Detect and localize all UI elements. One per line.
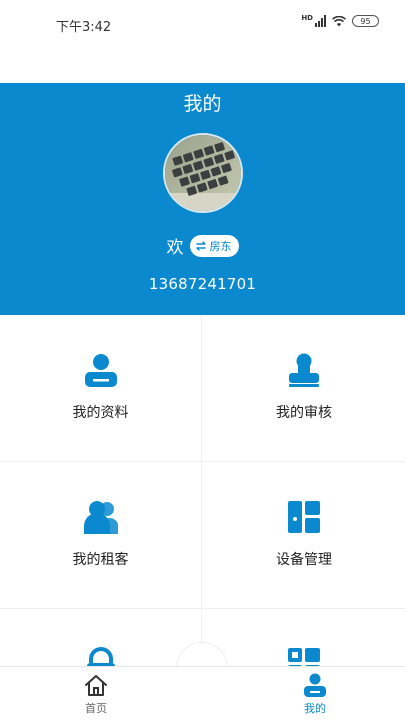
home-icon xyxy=(56,673,136,697)
user-icon xyxy=(275,673,355,697)
device-management-icon xyxy=(203,500,405,534)
switch-icon xyxy=(195,240,206,251)
menu-item-my-tenants[interactable]: 我的租客 xyxy=(0,462,202,609)
menu-item-my-profile[interactable]: 我的资料 xyxy=(0,315,202,462)
menu-item-label: 我的资料 xyxy=(72,405,129,421)
battery-icon: 95 xyxy=(352,15,379,27)
role-badge-label: 房东 xyxy=(209,239,232,253)
tab-bar: 首页 我的 xyxy=(0,666,405,720)
status-icons: HD 95 xyxy=(301,15,379,27)
role-badge: 房东 xyxy=(189,234,239,257)
network-type: HD xyxy=(301,14,313,22)
menu-item-label: 我的审核 xyxy=(276,405,332,421)
welcome-text: 欢 xyxy=(166,238,184,258)
page-title: 我的 xyxy=(183,93,222,115)
welcome-row: 欢 房东 xyxy=(0,233,405,258)
profile-header: 我的 欢 房东 13687241701 xyxy=(0,83,405,315)
avatar-image xyxy=(165,135,241,211)
menu-item-my-audit[interactable]: 我的审核 xyxy=(203,315,405,462)
status-bar: 下午3:42 HD 95 xyxy=(0,0,405,48)
user-profile-icon xyxy=(0,353,201,387)
menu-item-label: 设备管理 xyxy=(276,552,332,568)
audit-stamp-icon xyxy=(203,353,405,387)
wifi-icon xyxy=(332,15,346,27)
tab-home[interactable]: 首页 xyxy=(56,667,136,720)
tab-mine-label: 我的 xyxy=(304,702,326,715)
phone-number: 13687241701 xyxy=(148,275,257,293)
tenants-icon xyxy=(0,500,201,534)
menu-item-device-management[interactable]: 设备管理 xyxy=(203,462,405,609)
signal-icon: HD xyxy=(301,15,326,27)
menu-item-label: 我的租客 xyxy=(72,552,129,568)
status-time: 下午3:42 xyxy=(56,20,112,35)
avatar[interactable] xyxy=(163,133,243,213)
tab-home-label: 首页 xyxy=(85,702,107,715)
tab-mine[interactable]: 我的 xyxy=(275,667,355,720)
